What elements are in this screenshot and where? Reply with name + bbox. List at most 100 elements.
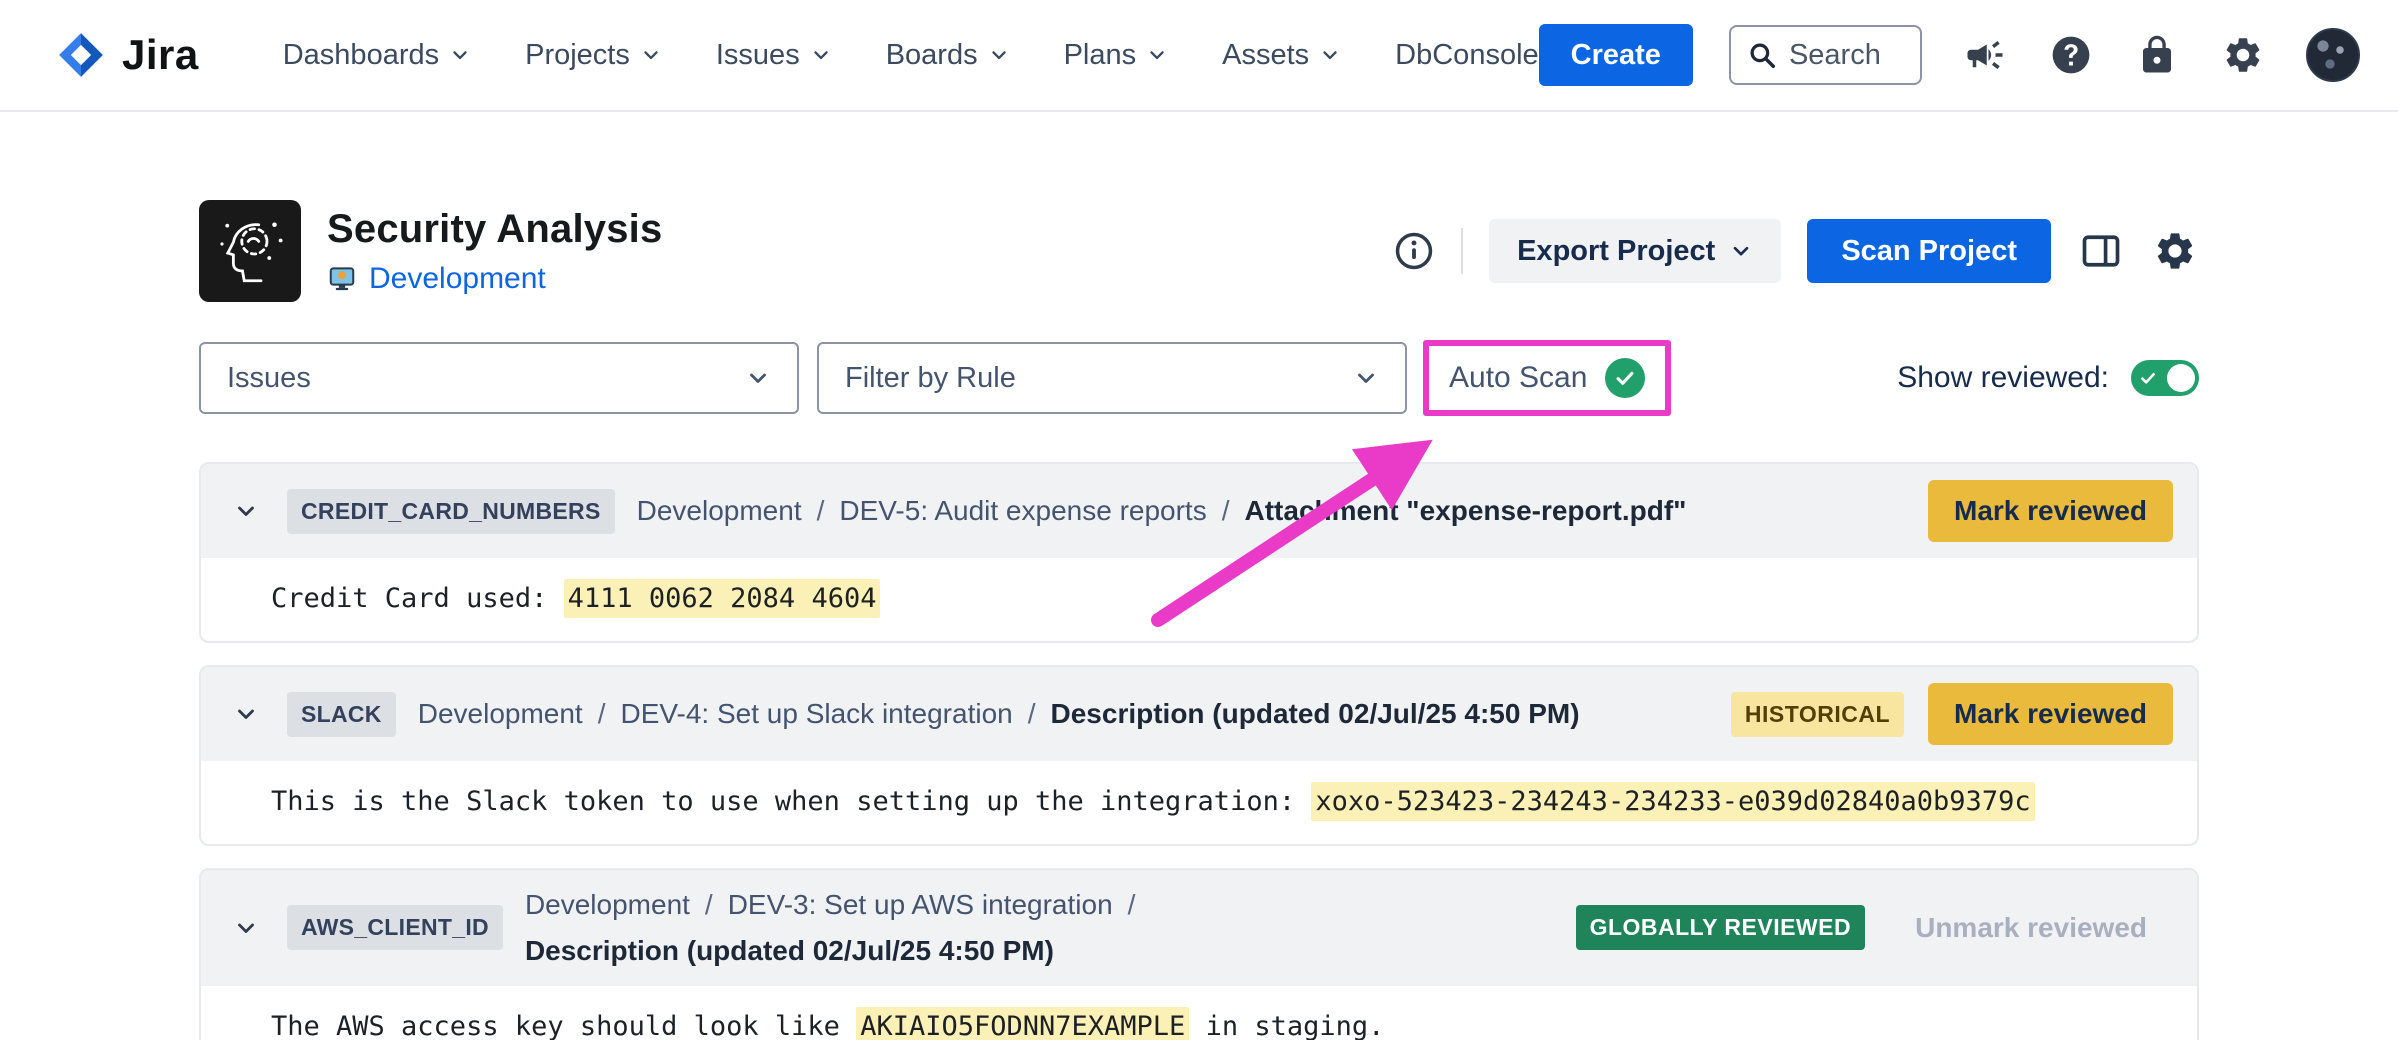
finding-breadcrumb: Development / DEV-5: Audit expense repor… xyxy=(637,492,1892,530)
snippet-text: in staging. xyxy=(1189,1011,1384,1040)
search-box[interactable] xyxy=(1729,25,1922,85)
finding-snippet: The AWS access key should look like AKIA… xyxy=(201,986,2197,1040)
jira-logo[interactable]: Jira xyxy=(56,30,199,80)
show-reviewed-label: Show reviewed: xyxy=(1897,361,2109,395)
crumb-issue[interactable]: DEV-3: Set up AWS integration xyxy=(728,886,1113,924)
finding-card-credit-card: CREDIT_CARD_NUMBERS Development / DEV-5:… xyxy=(199,462,2199,643)
nav-label: DbConsole xyxy=(1395,39,1538,72)
rule-badge: SLACK xyxy=(287,692,396,737)
brand-name: Jira xyxy=(122,31,199,79)
page-header-text: Security Analysis Development xyxy=(327,207,662,296)
project-mini-icon xyxy=(327,264,357,294)
globally-reviewed-badge: GLOBALLY REVIEWED xyxy=(1576,905,1866,950)
announcements-button[interactable] xyxy=(1962,32,2008,78)
crumb-location: Attachment "expense-report.pdf" xyxy=(1245,492,1687,530)
breadcrumb-separator: / xyxy=(817,492,825,530)
crumb-project[interactable]: Development xyxy=(525,886,690,924)
check-icon xyxy=(1614,367,1636,389)
main-nav: Dashboards Projects Issues Boards Plans … xyxy=(283,39,1539,72)
top-navbar: Jira Dashboards Projects Issues Boards P… xyxy=(0,0,2398,112)
finding-header: SLACK Development / DEV-4: Set up Slack … xyxy=(201,667,2197,761)
finding-header: CREDIT_CARD_NUMBERS Development / DEV-5:… xyxy=(201,464,2197,558)
show-reviewed-toggle[interactable] xyxy=(2131,360,2199,396)
auto-scan-label[interactable]: Auto Scan xyxy=(1449,361,1587,395)
search-input[interactable] xyxy=(1789,39,1904,72)
security-button[interactable] xyxy=(2134,32,2180,78)
chevron-down-icon xyxy=(640,44,662,66)
project-breadcrumb: Development xyxy=(327,262,662,296)
search-icon xyxy=(1747,40,1777,70)
chevron-down-icon xyxy=(1729,239,1753,263)
rule-badge: CREDIT_CARD_NUMBERS xyxy=(287,489,615,534)
crumb-project[interactable]: Development xyxy=(418,695,583,733)
finding-card-slack: SLACK Development / DEV-4: Set up Slack … xyxy=(199,665,2199,846)
rule-filter-select[interactable]: Filter by Rule xyxy=(817,342,1407,414)
create-button[interactable]: Create xyxy=(1539,24,1693,86)
header-actions: Export Project Scan Project xyxy=(1393,219,2199,283)
nav-item-dbconsole[interactable]: DbConsole xyxy=(1395,39,1538,72)
crumb-issue[interactable]: DEV-5: Audit expense reports xyxy=(839,492,1206,530)
page-title: Security Analysis xyxy=(327,207,662,252)
chevron-down-icon xyxy=(1353,365,1379,391)
crumb-project[interactable]: Development xyxy=(637,492,802,530)
jira-logo-icon xyxy=(56,30,106,80)
collapse-button[interactable] xyxy=(227,909,265,947)
nav-item-boards[interactable]: Boards xyxy=(886,39,1010,72)
auto-scan-status-badge xyxy=(1605,358,1645,398)
mark-reviewed-button[interactable]: Mark reviewed xyxy=(1928,683,2173,745)
auto-scan-annotation-box: Auto Scan xyxy=(1423,340,1671,416)
finding-snippet: This is the Slack token to use when sett… xyxy=(201,761,2197,844)
nav-item-plans[interactable]: Plans xyxy=(1064,39,1169,72)
chevron-down-icon xyxy=(233,701,259,727)
lock-icon xyxy=(2136,34,2178,76)
unmark-reviewed-button[interactable]: Unmark reviewed xyxy=(1889,897,2173,959)
help-icon xyxy=(2050,34,2092,76)
nav-label: Projects xyxy=(525,39,630,72)
nav-label: Assets xyxy=(1222,39,1309,72)
check-icon xyxy=(2139,369,2157,387)
chevron-down-icon xyxy=(233,498,259,524)
finding-breadcrumb: Development / DEV-4: Set up Slack integr… xyxy=(418,695,1695,733)
crumb-issue[interactable]: DEV-4: Set up Slack integration xyxy=(621,695,1013,733)
export-project-button[interactable]: Export Project xyxy=(1489,219,1781,283)
snippet-text: The AWS access key should look like xyxy=(271,1011,856,1040)
nav-item-projects[interactable]: Projects xyxy=(525,39,662,72)
megaphone-icon xyxy=(1964,34,2006,76)
chevron-down-icon xyxy=(233,915,259,941)
mark-reviewed-button[interactable]: Mark reviewed xyxy=(1928,480,2173,542)
info-icon[interactable] xyxy=(1393,230,1435,272)
project-link[interactable]: Development xyxy=(369,262,546,296)
help-button[interactable] xyxy=(2048,32,2094,78)
chevron-down-icon xyxy=(810,44,832,66)
chevron-down-icon xyxy=(1319,44,1341,66)
navbar-icon-cluster xyxy=(1962,28,2360,82)
snippet-text: Credit Card used: xyxy=(271,583,564,614)
collapse-button[interactable] xyxy=(227,492,265,530)
nav-item-dashboards[interactable]: Dashboards xyxy=(283,39,471,72)
collapse-button[interactable] xyxy=(227,695,265,733)
finding-actions: Mark reviewed xyxy=(1928,480,2173,542)
chevron-down-icon xyxy=(745,365,771,391)
project-avatar-art xyxy=(208,209,292,293)
export-project-label: Export Project xyxy=(1517,235,1715,268)
nav-label: Dashboards xyxy=(283,39,439,72)
scan-project-button[interactable]: Scan Project xyxy=(1807,219,2051,283)
snippet-highlight: 4111 0062 2084 4604 xyxy=(564,579,881,618)
chevron-down-icon xyxy=(449,44,471,66)
chevron-down-icon xyxy=(988,44,1010,66)
rule-badge: AWS_CLIENT_ID xyxy=(287,905,503,950)
settings-button[interactable] xyxy=(2220,32,2266,78)
user-avatar[interactable] xyxy=(2306,28,2360,82)
nav-item-issues[interactable]: Issues xyxy=(716,39,832,72)
detail-view-button[interactable] xyxy=(2077,227,2125,275)
issues-filter-select[interactable]: Issues xyxy=(199,342,799,414)
breadcrumb-separator: / xyxy=(705,886,713,924)
project-settings-button[interactable] xyxy=(2151,227,2199,275)
project-avatar xyxy=(199,200,301,302)
nav-item-assets[interactable]: Assets xyxy=(1222,39,1341,72)
gear-icon xyxy=(2153,229,2197,273)
snippet-highlight: AKIAIO5FODNN7EXAMPLE xyxy=(856,1007,1189,1040)
finding-card-aws: AWS_CLIENT_ID Development / DEV-3: Set u… xyxy=(199,868,2199,1040)
finding-snippet: Credit Card used: 4111 0062 2084 4604 xyxy=(201,558,2197,641)
columns-layout-icon xyxy=(2079,229,2123,273)
